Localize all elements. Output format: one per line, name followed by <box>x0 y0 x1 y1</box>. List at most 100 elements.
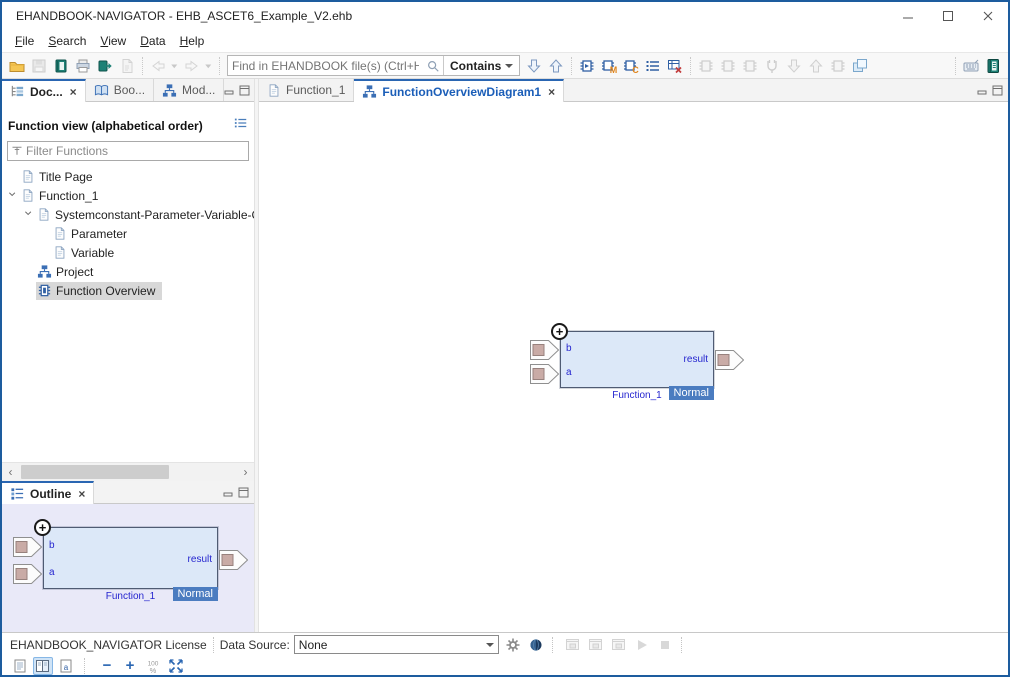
tree-item-variable[interactable]: Variable <box>2 243 254 262</box>
close-tab-icon[interactable]: × <box>70 85 77 99</box>
data-source-select[interactable]: None <box>294 635 499 654</box>
minimize-pane-icon[interactable] <box>977 85 988 96</box>
goto-function-button[interactable] <box>576 55 598 77</box>
outline-function-block[interactable]: +baresultFunction_1Normal <box>43 527 218 589</box>
single-page-view-button[interactable] <box>10 657 30 675</box>
chevron-down-icon[interactable] <box>6 190 20 201</box>
input-port-b[interactable] <box>530 340 559 360</box>
expand-block-button[interactable]: + <box>34 519 51 536</box>
ehandbook-logo-button[interactable] <box>982 55 1004 77</box>
open-ehandbook-button[interactable] <box>50 55 72 77</box>
pin-function-model-button[interactable] <box>717 55 739 77</box>
tab-function_1[interactable]: Function_1 <box>259 79 354 101</box>
tab-functionoverviewdiagram1[interactable]: FunctionOverviewDiagram1 × <box>354 79 564 102</box>
find-input[interactable] <box>228 57 423 74</box>
keyboard-shortcuts-button[interactable] <box>960 55 982 77</box>
goto-model-button[interactable]: M <box>598 55 620 77</box>
print-button[interactable] <box>72 55 94 77</box>
zoom-reset-button[interactable]: 100% <box>143 657 163 675</box>
function-list-button[interactable] <box>642 55 664 77</box>
view-menu-icon[interactable] <box>234 116 248 135</box>
close-button[interactable] <box>968 2 1008 30</box>
zoom-out-button[interactable]: − <box>97 657 117 675</box>
tree-item-project[interactable]: Project <box>2 262 254 281</box>
scroll-left-icon[interactable]: ‹ <box>2 464 19 481</box>
pin-function-button[interactable] <box>695 55 717 77</box>
maximize-pane-icon[interactable] <box>992 85 1003 96</box>
menu-data[interactable]: Data <box>133 32 172 50</box>
state-badge: Normal <box>669 386 714 400</box>
calibration-grid-button[interactable] <box>586 636 606 654</box>
stop-visualization-button[interactable] <box>655 636 675 654</box>
tab-mod-[interactable]: Mod... <box>154 79 224 101</box>
main-function-block[interactable]: +baresultFunction_1Normal <box>560 331 714 388</box>
close-tab-icon[interactable]: × <box>548 85 555 99</box>
search-previous-button[interactable] <box>545 55 567 77</box>
editor-tab-bar: Function_1 FunctionOverviewDiagram1 × <box>259 79 1008 102</box>
scrollbar-thumb[interactable] <box>21 465 169 479</box>
open-file-button[interactable] <box>6 55 28 77</box>
save-button[interactable] <box>28 55 50 77</box>
move-down-button[interactable] <box>783 55 805 77</box>
export-button[interactable] <box>94 55 116 77</box>
calibration-window-button[interactable] <box>563 636 583 654</box>
diagram-canvas[interactable]: +baresultFunction_1Normal <box>259 102 1008 632</box>
zoom-in-button[interactable]: + <box>120 657 140 675</box>
remove-function-button[interactable] <box>827 55 849 77</box>
menu-file[interactable]: File <box>8 32 41 50</box>
tab-outline[interactable]: Outline× <box>2 481 94 504</box>
tree-item-function-overview[interactable]: Function Overview <box>2 281 254 300</box>
tree-node-icon <box>21 188 35 203</box>
scroll-right-icon[interactable]: › <box>237 464 254 481</box>
annotation-view-button[interactable]: a <box>56 657 76 675</box>
close-tab-icon[interactable]: × <box>78 487 85 501</box>
export-pdf-button[interactable] <box>116 55 138 77</box>
tree-item-function_1[interactable]: Function_1 <box>2 186 254 205</box>
chevron-down-icon[interactable] <box>22 209 36 220</box>
duplicate-view-button[interactable] <box>849 55 871 77</box>
unpin-function-button[interactable] <box>761 55 783 77</box>
close-all-tables-button[interactable] <box>664 55 686 77</box>
data-source-settings-button[interactable] <box>503 636 523 654</box>
input-port-b[interactable] <box>13 537 42 557</box>
back-history-button[interactable] <box>169 55 181 77</box>
goto-code-button[interactable]: C <box>620 55 642 77</box>
search-mode-dropdown[interactable]: Contains <box>443 56 519 75</box>
input-port-a[interactable] <box>530 364 559 384</box>
tab-doc-[interactable]: Doc...× <box>2 79 86 102</box>
menu-help[interactable]: Help <box>173 32 212 50</box>
filter-functions-input[interactable] <box>23 144 248 158</box>
book-view-button[interactable] <box>33 657 53 675</box>
output-port-result[interactable] <box>219 550 248 570</box>
tree-horizontal-scrollbar[interactable]: ‹ › <box>2 462 254 481</box>
start-visualization-button[interactable] <box>632 636 652 654</box>
outline-canvas[interactable]: +baresultFunction_1Normal <box>2 504 254 632</box>
fit-to-screen-button[interactable] <box>166 657 186 675</box>
input-port-a[interactable] <box>13 564 42 584</box>
menu-view[interactable]: View <box>93 32 133 50</box>
tab-label: FunctionOverviewDiagram1 <box>382 85 541 99</box>
maximize-pane-icon[interactable] <box>238 487 249 498</box>
tab-boo-[interactable]: Boo... <box>86 79 154 101</box>
tree-item-title-page[interactable]: Title Page <box>2 167 254 186</box>
output-port-result[interactable] <box>715 350 744 370</box>
calibration-export-button[interactable] <box>609 636 629 654</box>
data-source-browse-button[interactable] <box>526 636 546 654</box>
expand-block-button[interactable]: + <box>551 323 568 340</box>
pin-function-code-button[interactable] <box>739 55 761 77</box>
maximize-pane-icon[interactable] <box>239 85 250 96</box>
tree-item-label: Function Overview <box>56 283 158 299</box>
navigate-forward-button[interactable] <box>181 55 203 77</box>
minimize-pane-icon[interactable] <box>223 487 234 498</box>
forward-history-button[interactable] <box>203 55 215 77</box>
navigate-back-button[interactable] <box>147 55 169 77</box>
tree-item-systemconstant-parameter-variable-c[interactable]: Systemconstant-Parameter-Variable-C <box>2 205 254 224</box>
tree-item-parameter[interactable]: Parameter <box>2 224 254 243</box>
calibration-window-icon <box>565 637 581 653</box>
minimize-button[interactable] <box>888 2 928 30</box>
menu-search[interactable]: Search <box>41 32 93 50</box>
minimize-pane-icon[interactable] <box>224 85 235 96</box>
search-next-button[interactable] <box>523 55 545 77</box>
maximize-button[interactable] <box>928 2 968 30</box>
move-up-button[interactable] <box>805 55 827 77</box>
